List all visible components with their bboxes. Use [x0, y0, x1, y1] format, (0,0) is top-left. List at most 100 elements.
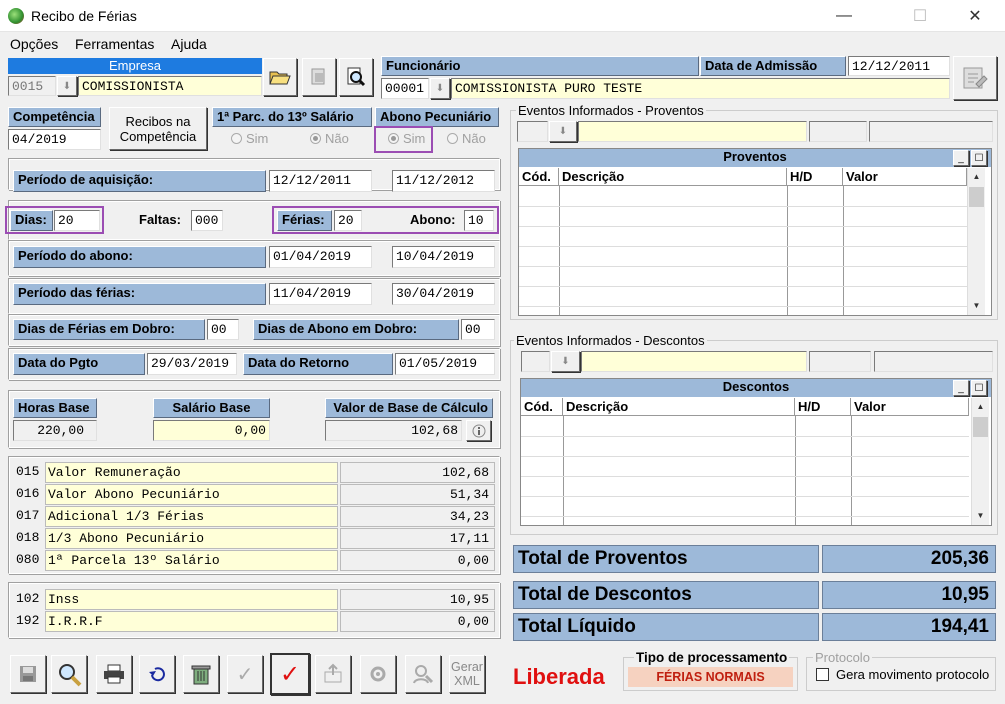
report-button[interactable] — [302, 58, 336, 96]
table-row[interactable]: 080 1ª Parcela 13º Salário 0,00 — [15, 550, 495, 571]
grid-minimize-icon[interactable]: _ — [953, 150, 969, 166]
periodo-ferias-end-field[interactable]: 30/04/2019 — [392, 283, 495, 305]
col-valor[interactable]: Valor — [851, 398, 969, 416]
abono-sim-radio[interactable]: Sim — [388, 131, 425, 146]
col-hd[interactable]: H/D — [787, 168, 843, 186]
periodo-aquisicao-end-field[interactable]: 11/12/2012 — [392, 170, 495, 192]
maximize-button[interactable]: ☐ — [897, 0, 943, 32]
minimize-button[interactable]: — — [821, 0, 867, 32]
valor-base-field[interactable]: 102,68 — [325, 420, 462, 441]
col-valor[interactable]: Valor — [843, 168, 967, 186]
confirm-disabled-button[interactable]: ✓ — [227, 655, 263, 693]
search-button[interactable] — [51, 655, 87, 693]
desconto-hd-field[interactable] — [809, 351, 871, 372]
data-pgto-field[interactable]: 29/03/2019 — [147, 353, 237, 375]
export-button[interactable] — [315, 655, 351, 693]
scroll-down-icon[interactable]: ▼ — [972, 507, 989, 524]
calculate-button[interactable] — [953, 56, 997, 100]
search-document-button[interactable] — [339, 58, 373, 96]
scroll-down-icon[interactable]: ▼ — [968, 297, 985, 314]
grid-maximize-icon[interactable]: ☐ — [971, 380, 987, 396]
periodo-ferias-start-field[interactable]: 11/04/2019 — [269, 283, 372, 305]
evento-valor-field[interactable] — [869, 121, 993, 142]
table-row[interactable]: 102 Inss 10,95 — [15, 589, 495, 610]
ferias-field[interactable]: 20 — [334, 210, 362, 231]
empresa-code-field[interactable]: 0015 — [8, 76, 56, 96]
empresa-lookup-arrow-icon[interactable]: ⬇ — [57, 76, 77, 96]
descontos-scrollbar[interactable]: ▲ ▼ — [971, 398, 989, 525]
periodo-aquisicao-start-field[interactable]: 12/12/2011 — [269, 170, 372, 192]
empresa-name-field[interactable]: COMISSIONISTA — [78, 76, 262, 96]
abono-nao-radio[interactable]: Não — [447, 131, 486, 146]
col-cod[interactable]: Cód. — [521, 398, 563, 416]
grid-minimize-icon[interactable]: _ — [953, 380, 969, 396]
save-button[interactable] — [10, 655, 46, 693]
periodo-ferias-label: Período das férias: — [13, 283, 266, 305]
funcionario-name-field[interactable]: COMISSIONISTA PURO TESTE — [451, 78, 950, 99]
undo-button[interactable] — [139, 655, 175, 693]
parc13-sim-radio[interactable]: Sim — [231, 131, 268, 146]
menu-ajuda[interactable]: Ajuda — [171, 36, 207, 52]
gear-icon — [370, 666, 386, 682]
scroll-up-icon[interactable]: ▲ — [972, 398, 989, 415]
desconto-desc-field[interactable] — [581, 351, 807, 372]
proventos-scrollbar[interactable]: ▲ ▼ — [967, 168, 985, 315]
scroll-thumb[interactable] — [973, 417, 988, 437]
table-row[interactable]: 015 Valor Remuneração 102,68 — [15, 462, 495, 483]
dias-abono-dobro-field[interactable]: 00 — [461, 319, 495, 340]
calculate-icon — [963, 67, 988, 89]
col-cod[interactable]: Cód. — [519, 168, 559, 186]
data-retorno-field[interactable]: 01/05/2019 — [395, 353, 495, 375]
user-search-button[interactable] — [405, 655, 441, 693]
gera-movimento-checkbox[interactable] — [816, 668, 829, 681]
funcionario-lookup-arrow-icon[interactable]: ⬇ — [430, 78, 450, 99]
periodo-abono-start-field[interactable]: 01/04/2019 — [269, 246, 372, 268]
valor-base-label: Valor de Base de Cálculo — [325, 398, 493, 418]
open-folder-button[interactable] — [263, 58, 297, 96]
col-descricao[interactable]: Descrição — [563, 398, 795, 416]
close-button[interactable]: ✕ — [952, 0, 998, 32]
desconto-valor-field[interactable] — [874, 351, 993, 372]
evento-desc-field[interactable] — [578, 121, 807, 142]
scroll-thumb[interactable] — [969, 187, 984, 207]
parc13-sim-label: Sim — [246, 131, 269, 146]
row-description: Valor Abono Pecuniário — [45, 484, 338, 505]
grid-maximize-icon[interactable]: ☐ — [971, 150, 987, 166]
periodo-abono-label: Período do abono: — [13, 246, 266, 268]
salario-base-field[interactable]: 0,00 — [153, 420, 270, 441]
confirm-button[interactable]: ✓ — [270, 653, 310, 695]
tools-button[interactable] — [360, 655, 396, 693]
dias-ferias-dobro-field[interactable]: 00 — [207, 319, 239, 340]
delete-button[interactable] — [183, 655, 219, 693]
gerar-xml-button[interactable]: Gerar XML — [449, 655, 485, 693]
horas-base-field[interactable]: 220,00 — [13, 420, 97, 441]
evento-code-field[interactable] — [517, 121, 548, 142]
status-text: Liberada — [513, 664, 605, 689]
table-row[interactable]: 016 Valor Abono Pecuniário 51,34 — [15, 484, 495, 505]
faltas-field[interactable]: 000 — [191, 210, 223, 231]
recibos-competencia-button[interactable]: Recibos na Competência — [109, 107, 207, 150]
row-description: Inss — [45, 589, 338, 610]
evento-hd-field[interactable] — [809, 121, 867, 142]
desconto-code-field[interactable] — [521, 351, 550, 372]
table-row[interactable]: 017 Adicional 1/3 Férias 34,23 — [15, 506, 495, 527]
desconto-lookup-arrow-icon[interactable]: ⬇ — [551, 351, 580, 372]
periodo-abono-end-field[interactable]: 10/04/2019 — [392, 246, 495, 268]
menu-opcoes[interactable]: Opções — [10, 36, 58, 52]
abono-field[interactable]: 10 — [464, 210, 494, 231]
scroll-up-icon[interactable]: ▲ — [968, 168, 985, 185]
total-proventos-value: 205,36 — [822, 545, 996, 573]
dias-field[interactable]: 20 — [54, 210, 100, 231]
parc13-nao-radio[interactable]: Não — [310, 131, 349, 146]
col-hd[interactable]: H/D — [795, 398, 851, 416]
table-row[interactable]: 192 I.R.R.F 0,00 — [15, 611, 495, 632]
table-row[interactable]: 018 1/3 Abono Pecuniário 17,11 — [15, 528, 495, 549]
col-descricao[interactable]: Descrição — [559, 168, 787, 186]
competencia-field[interactable]: 04/2019 — [8, 129, 101, 150]
menu-ferramentas[interactable]: Ferramentas — [75, 36, 154, 52]
evento-lookup-arrow-icon[interactable]: ⬇ — [549, 121, 577, 142]
valor-base-info-button[interactable] — [466, 420, 491, 441]
print-button[interactable] — [96, 655, 132, 693]
funcionario-code-field[interactable]: 00001 — [381, 78, 429, 99]
grid-line — [521, 456, 969, 457]
